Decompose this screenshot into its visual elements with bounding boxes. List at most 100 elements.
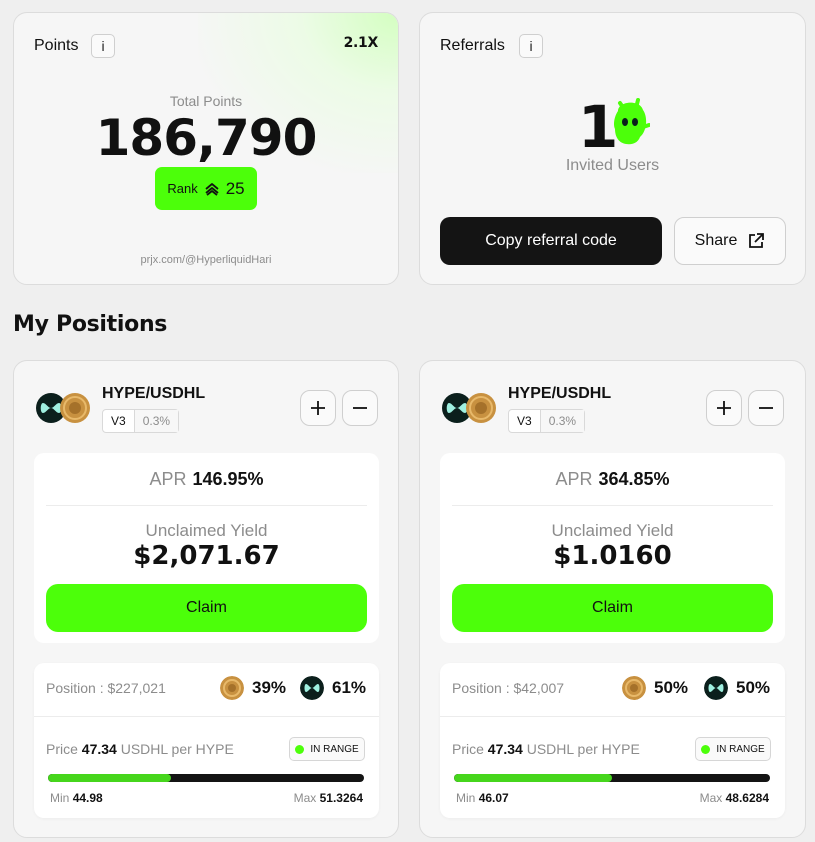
referrals-title: Referrals bbox=[440, 37, 505, 54]
pair-tags: V3 0.3% bbox=[508, 409, 586, 433]
hype-allocation: 50% bbox=[704, 676, 770, 700]
range-box: Position : $42,007 50% 50% Price 47.34 U… bbox=[440, 663, 785, 818]
status-badge: IN RANGE bbox=[289, 737, 365, 761]
points-card: Points i 2.1X Total Points 186,790 Rank … bbox=[13, 12, 399, 285]
price-row: Price 47.34 USDHL per HYPE bbox=[46, 741, 234, 757]
apr-value: 146.95% bbox=[192, 469, 264, 489]
token-pair-icons bbox=[36, 393, 92, 423]
allocation-row: Position : $42,007 50% 50% bbox=[440, 663, 785, 717]
min-label: Min bbox=[50, 791, 70, 805]
unclaimed-yield-value: $2,071.67 bbox=[133, 541, 280, 571]
status-text: IN RANGE bbox=[716, 743, 765, 755]
yield-box: APR 146.95% Unclaimed Yield $2,071.67 Cla… bbox=[34, 453, 379, 643]
max-value: 48.6284 bbox=[725, 791, 769, 805]
usdhl-token-icon bbox=[220, 676, 244, 700]
share-button-label: Share bbox=[694, 232, 738, 249]
hype-percentage: 61% bbox=[332, 678, 367, 697]
unclaimed-yield-label: Unclaimed Yield bbox=[145, 521, 268, 540]
min-value: 44.98 bbox=[72, 791, 103, 805]
minus-icon bbox=[353, 407, 367, 409]
remove-liquidity-button[interactable] bbox=[748, 390, 784, 426]
rank-label: Rank bbox=[167, 181, 198, 196]
copy-referral-code-button[interactable]: Copy referral code bbox=[440, 217, 662, 265]
range-bar bbox=[48, 774, 364, 782]
max-label: Max bbox=[699, 791, 723, 805]
add-liquidity-button[interactable] bbox=[706, 390, 742, 426]
hype-allocation: 61% bbox=[300, 676, 366, 700]
price-prefix: Price bbox=[452, 741, 484, 757]
price-prefix: Price bbox=[46, 741, 78, 757]
fee-tag: 0.3% bbox=[133, 410, 179, 432]
price-value: 47.34 bbox=[487, 741, 523, 757]
apr-value: 364.85% bbox=[598, 469, 670, 489]
apr-label: APR bbox=[555, 469, 593, 489]
range-max: Max 48.6284 bbox=[700, 791, 769, 805]
allocation-row: Position : $227,021 39% 61% bbox=[34, 663, 379, 717]
position-value: Position : $42,007 bbox=[452, 680, 565, 696]
rank-value: 25 bbox=[225, 178, 245, 198]
plus-icon bbox=[717, 401, 731, 415]
points-title: Points bbox=[34, 37, 79, 54]
range-min: Min 44.98 bbox=[50, 791, 103, 805]
total-points-value: 186,790 bbox=[95, 109, 318, 167]
profile-link[interactable]: prjx.com/@HyperliquidHari bbox=[14, 254, 398, 266]
apr-label: APR bbox=[149, 469, 187, 489]
remove-liquidity-button[interactable] bbox=[342, 390, 378, 426]
version-tag: V3 bbox=[517, 414, 532, 428]
my-positions-heading: My Positions bbox=[13, 312, 168, 337]
position-card: HYPE/USDHL V3 0.3% APR 364.85% Unclaimed … bbox=[419, 360, 806, 838]
hype-percentage: 50% bbox=[736, 678, 771, 697]
points-info-icon[interactable]: i bbox=[91, 34, 115, 58]
usdhl-token-icon bbox=[60, 393, 90, 423]
plus-icon bbox=[311, 401, 325, 415]
minus-icon bbox=[759, 407, 773, 409]
price-value: 47.34 bbox=[81, 741, 117, 757]
apr-row: APR 364.85% bbox=[440, 469, 785, 490]
fee-tag: 0.3% bbox=[539, 410, 585, 432]
status-dot-icon bbox=[295, 744, 305, 754]
usdhl-token-icon bbox=[622, 676, 646, 700]
add-liquidity-button[interactable] bbox=[300, 390, 336, 426]
status-text: IN RANGE bbox=[310, 743, 359, 755]
claim-button[interactable]: Claim bbox=[46, 584, 367, 632]
total-points-label: Total Points bbox=[169, 93, 243, 109]
status-dot-icon bbox=[701, 744, 711, 754]
claim-button[interactable]: Claim bbox=[452, 584, 773, 632]
usdhl-percentage: 50% bbox=[654, 678, 689, 697]
mascot-icon bbox=[614, 98, 650, 145]
hype-token-icon bbox=[704, 676, 728, 700]
version-tag: V3 bbox=[111, 414, 126, 428]
yield-box: APR 364.85% Unclaimed Yield $1.0160 Claim bbox=[440, 453, 785, 643]
range-fill bbox=[48, 774, 172, 782]
max-value: 51.3264 bbox=[319, 791, 363, 805]
token-pair-icons bbox=[442, 393, 498, 423]
pair-name: HYPE/USDHL bbox=[102, 385, 206, 402]
min-value: 46.07 bbox=[478, 791, 509, 805]
pair-tags: V3 0.3% bbox=[102, 409, 180, 433]
apr-row: APR 146.95% bbox=[34, 469, 379, 490]
position-value: Position : $227,021 bbox=[46, 680, 166, 696]
divider bbox=[452, 505, 773, 506]
price-row: Price 47.34 USDHL per HYPE bbox=[452, 741, 640, 757]
range-min: Min 46.07 bbox=[456, 791, 509, 805]
unclaimed-yield-label: Unclaimed Yield bbox=[551, 521, 674, 540]
invited-users-label: Invited Users bbox=[565, 157, 660, 174]
range-fill bbox=[454, 774, 612, 782]
range-box: Position : $227,021 39% 61% Price 47.34 … bbox=[34, 663, 379, 818]
usdhl-allocation: 50% bbox=[622, 676, 688, 700]
share-button[interactable]: Share bbox=[674, 217, 786, 265]
range-max: Max 51.3264 bbox=[294, 791, 363, 805]
external-link-icon bbox=[749, 233, 765, 248]
unclaimed-yield-value: $1.0160 bbox=[553, 541, 672, 571]
price-suffix: USDHL per HYPE bbox=[120, 741, 234, 757]
usdhl-allocation: 39% bbox=[220, 676, 286, 700]
usdhl-token-icon bbox=[466, 393, 496, 423]
referrals-info-icon[interactable]: i bbox=[519, 34, 543, 58]
position-card: HYPE/USDHL V3 0.3% APR 146.95% Unclaimed … bbox=[13, 360, 399, 838]
usdhl-percentage: 39% bbox=[252, 678, 287, 697]
hype-token-icon bbox=[300, 676, 324, 700]
points-multiplier: 2.1X bbox=[343, 35, 379, 51]
rank-chevrons-icon bbox=[205, 182, 219, 196]
rank-badge: Rank 25 bbox=[155, 167, 257, 210]
status-badge: IN RANGE bbox=[695, 737, 771, 761]
